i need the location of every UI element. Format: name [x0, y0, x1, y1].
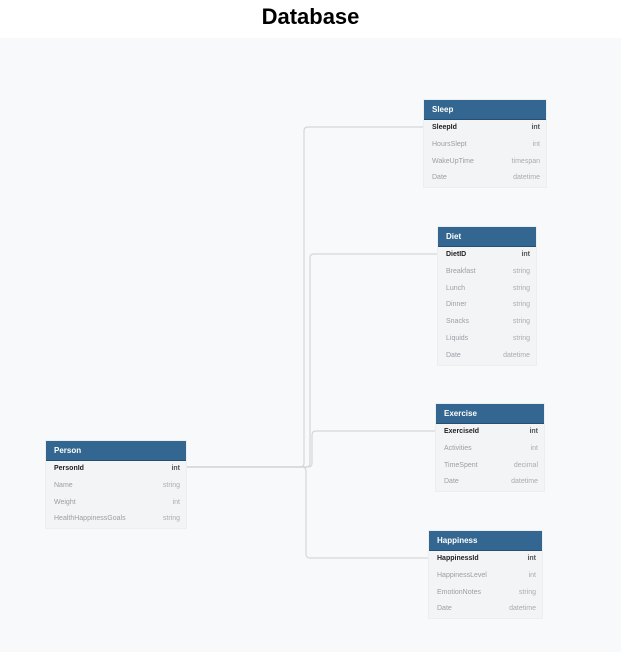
column-row[interactable]: Date datetime [436, 474, 544, 491]
column-row[interactable]: Date datetime [429, 601, 542, 618]
column-type: int [521, 251, 530, 258]
column-name: EmotionNotes [437, 588, 481, 596]
column-row[interactable]: HappinessLevel int [429, 568, 542, 585]
column-type: datetime [503, 351, 530, 359]
table-header-diet[interactable]: Diet [438, 227, 536, 247]
column-type: datetime [511, 478, 538, 486]
column-name: HappinessId [437, 555, 479, 562]
column-row[interactable]: SleepId int [424, 120, 546, 137]
column-name: Breakfast [446, 267, 476, 275]
column-name: DietID [446, 251, 467, 258]
column-type: string [512, 267, 530, 275]
column-type: int [529, 428, 538, 435]
column-row[interactable]: HoursSlept int [424, 137, 546, 154]
column-name: ExerciseId [444, 428, 480, 435]
column-name: Liquids [446, 334, 469, 342]
column-row[interactable]: EmotionNotes string [429, 585, 542, 602]
column-row[interactable]: HealthHappinessGoals string [46, 511, 186, 528]
column-type: string [512, 284, 530, 292]
column-type: int [528, 571, 536, 579]
column-type: timespan [511, 157, 540, 165]
column-type: string [162, 515, 180, 523]
column-name: Weight [54, 498, 76, 506]
column-row[interactable]: PersonId int [46, 461, 186, 478]
column-row[interactable]: Date datetime [424, 170, 546, 187]
column-type: int [171, 465, 180, 472]
column-name: Lunch [446, 284, 466, 292]
table-header-sleep[interactable]: Sleep [424, 100, 546, 120]
table-exercise[interactable]: Exercise ExerciseId int Activities int Tim… [436, 404, 544, 492]
column-type: decimal [513, 461, 538, 469]
column-name: Date [432, 174, 447, 182]
column-type: string [512, 301, 530, 309]
column-type: datetime [509, 605, 536, 613]
table-sleep[interactable]: Sleep SleepId int HoursSlept int WakeUpTim… [424, 100, 546, 188]
column-name: Snacks [446, 318, 469, 326]
column-name: HealthHappinessGoals [54, 515, 126, 523]
column-row[interactable]: WakeUpTime timespan [424, 154, 546, 171]
column-name: WakeUpTime [432, 157, 474, 165]
column-type: int [527, 555, 536, 562]
column-type: int [532, 140, 540, 148]
column-name: HoursSlept [432, 140, 467, 148]
column-type: string [518, 588, 536, 596]
column-type: int [531, 124, 540, 131]
column-type: string [512, 318, 530, 326]
connector-person-exercise [186, 430, 436, 468]
column-name: Date [444, 478, 459, 486]
column-row[interactable]: DietID int [438, 247, 536, 264]
column-row[interactable]: Lunch string [438, 281, 536, 298]
column-row[interactable]: Breakfast string [438, 264, 536, 281]
column-name: Date [437, 605, 452, 613]
column-row[interactable]: HappinessId int [429, 551, 542, 568]
table-person[interactable]: Person PersonId int Name string Weight int … [46, 441, 186, 529]
column-row[interactable]: ExerciseId int [436, 424, 544, 441]
column-type: string [512, 334, 530, 342]
column-row[interactable]: Liquids string [438, 331, 536, 348]
column-type: datetime [513, 174, 540, 182]
table-header-happiness[interactable]: Happiness [429, 531, 542, 551]
connector-person-happiness [186, 466, 429, 559]
column-row[interactable]: Activities int [436, 441, 544, 458]
column-row[interactable]: Date datetime [438, 348, 536, 365]
column-row[interactable]: Dinner string [438, 297, 536, 314]
column-name: TimeSpent [444, 461, 478, 469]
table-diet[interactable]: Diet DietID int Breakfast string Lunch stri… [438, 227, 536, 365]
column-name: Date [446, 351, 461, 359]
column-row[interactable]: Weight int [46, 495, 186, 512]
column-type: int [530, 444, 538, 452]
column-name: PersonId [54, 465, 84, 472]
column-name: Dinner [446, 301, 467, 309]
column-type: int [172, 498, 180, 506]
table-header-exercise[interactable]: Exercise [436, 404, 544, 424]
column-name: HappinessLevel [437, 571, 487, 579]
column-row[interactable]: Snacks string [438, 314, 536, 331]
column-row[interactable]: TimeSpent decimal [436, 458, 544, 475]
column-type: string [162, 481, 180, 489]
column-row[interactable]: Name string [46, 478, 186, 495]
column-name: Name [54, 481, 73, 489]
table-happiness[interactable]: Happiness HappinessId int HappinessLevel i… [429, 531, 542, 619]
table-header-person[interactable]: Person [46, 441, 186, 461]
column-name: SleepId [432, 124, 457, 131]
connector-person-sleep [186, 126, 424, 468]
column-name: Activities [444, 444, 472, 452]
